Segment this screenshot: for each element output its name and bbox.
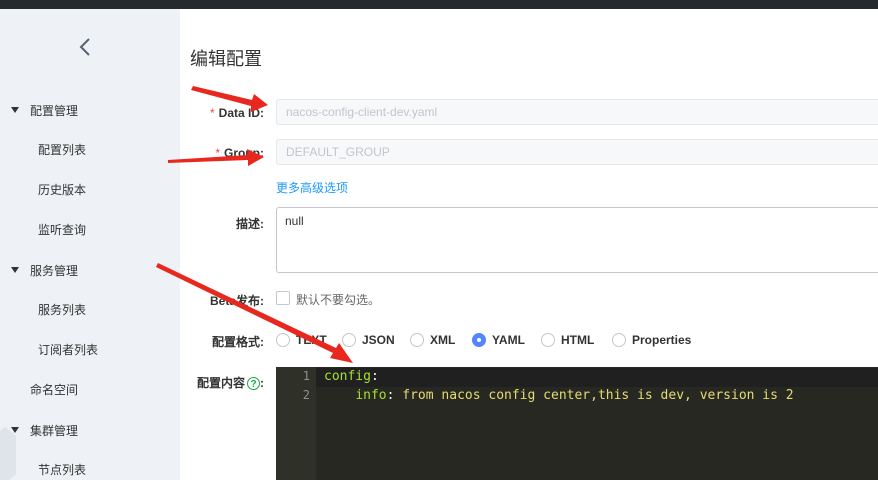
sidebar-item-node-list[interactable]: 节点列表 bbox=[38, 450, 86, 480]
data-id-input[interactable]: nacos-config-client-dev.yaml bbox=[276, 99, 878, 125]
caret-down-icon bbox=[11, 107, 19, 113]
sidebar-group-service[interactable]: 服务管理 bbox=[0, 250, 180, 290]
help-icon[interactable]: ? bbox=[247, 377, 260, 391]
format-label: 配置格式: bbox=[212, 335, 264, 349]
top-bar bbox=[0, 0, 878, 9]
code-editor[interactable]: 1 2 config: info: from nacos config cent… bbox=[276, 367, 878, 480]
radio-circle bbox=[276, 333, 290, 347]
format-radio-text[interactable]: TEXT bbox=[276, 333, 327, 347]
content-label: 配置内容?: bbox=[196, 376, 264, 391]
format-radio-yaml[interactable]: YAML bbox=[472, 333, 525, 347]
sidebar-group-label: 集群管理 bbox=[30, 423, 79, 438]
line-number: 2 bbox=[302, 388, 310, 402]
code-line: info: from nacos config center,this is d… bbox=[355, 388, 794, 403]
more-options-link[interactable]: 更多高级选项 bbox=[276, 179, 348, 196]
main-content: 编辑配置 * Data ID: nacos-config-client-dev.y… bbox=[180, 9, 878, 480]
radio-circle bbox=[541, 333, 555, 347]
required-asterisk: * bbox=[215, 146, 220, 160]
group-input[interactable]: DEFAULT_GROUP bbox=[276, 139, 878, 165]
sidebar-item-history[interactable]: 历史版本 bbox=[38, 170, 86, 210]
chevron-left-icon[interactable] bbox=[76, 37, 96, 57]
data-id-label: * Data ID: bbox=[209, 106, 264, 120]
radio-circle bbox=[472, 333, 486, 347]
page-title: 编辑配置 bbox=[190, 49, 262, 69]
sidebar-item-namespace[interactable]: 命名空间 bbox=[30, 370, 78, 410]
sidebar-item-service-list[interactable]: 服务列表 bbox=[38, 290, 86, 330]
editor-gutter: 1 2 bbox=[276, 367, 316, 480]
format-radio-json[interactable]: JSON bbox=[342, 333, 395, 347]
beta-checkbox[interactable] bbox=[276, 291, 290, 305]
caret-down-icon bbox=[11, 267, 19, 273]
sidebar-group-label: 服务管理 bbox=[30, 263, 79, 278]
description-label: 描述: bbox=[236, 217, 264, 231]
sidebar-group-config[interactable]: 配置管理 bbox=[0, 90, 180, 130]
required-asterisk: * bbox=[209, 106, 215, 120]
decorative-hexagon bbox=[0, 427, 16, 480]
group-label: * Group: bbox=[215, 146, 264, 160]
radio-circle bbox=[342, 333, 356, 347]
active-line-highlight bbox=[316, 368, 878, 387]
sidebar-group-cluster[interactable]: 集群管理 bbox=[0, 410, 180, 450]
sidebar-item-config-list[interactable]: 配置列表 bbox=[38, 130, 86, 170]
line-number: 1 bbox=[302, 369, 310, 383]
radio-circle bbox=[410, 333, 424, 347]
radio-circle bbox=[612, 333, 626, 347]
beta-label: Beta发布: bbox=[209, 294, 264, 308]
caret-down-icon bbox=[11, 427, 19, 433]
sidebar-group-label: 配置管理 bbox=[30, 103, 79, 118]
format-radio-xml[interactable]: XML bbox=[410, 333, 455, 347]
sidebar-item-listener-query[interactable]: 监听查询 bbox=[38, 210, 86, 250]
format-radio-properties[interactable]: Properties bbox=[612, 333, 691, 347]
sidebar-item-subscriber-list[interactable]: 订阅者列表 bbox=[38, 330, 98, 370]
code-line: config: bbox=[324, 369, 379, 384]
description-textarea[interactable]: null bbox=[276, 207, 878, 273]
format-radio-html[interactable]: HTML bbox=[541, 333, 594, 347]
beta-checkbox-text: 默认不要勾选。 bbox=[296, 293, 381, 307]
sidebar: 配置管理 配置列表 历史版本 监听查询 服务管理 服务列表 订阅者列表 命名空间… bbox=[0, 9, 180, 480]
